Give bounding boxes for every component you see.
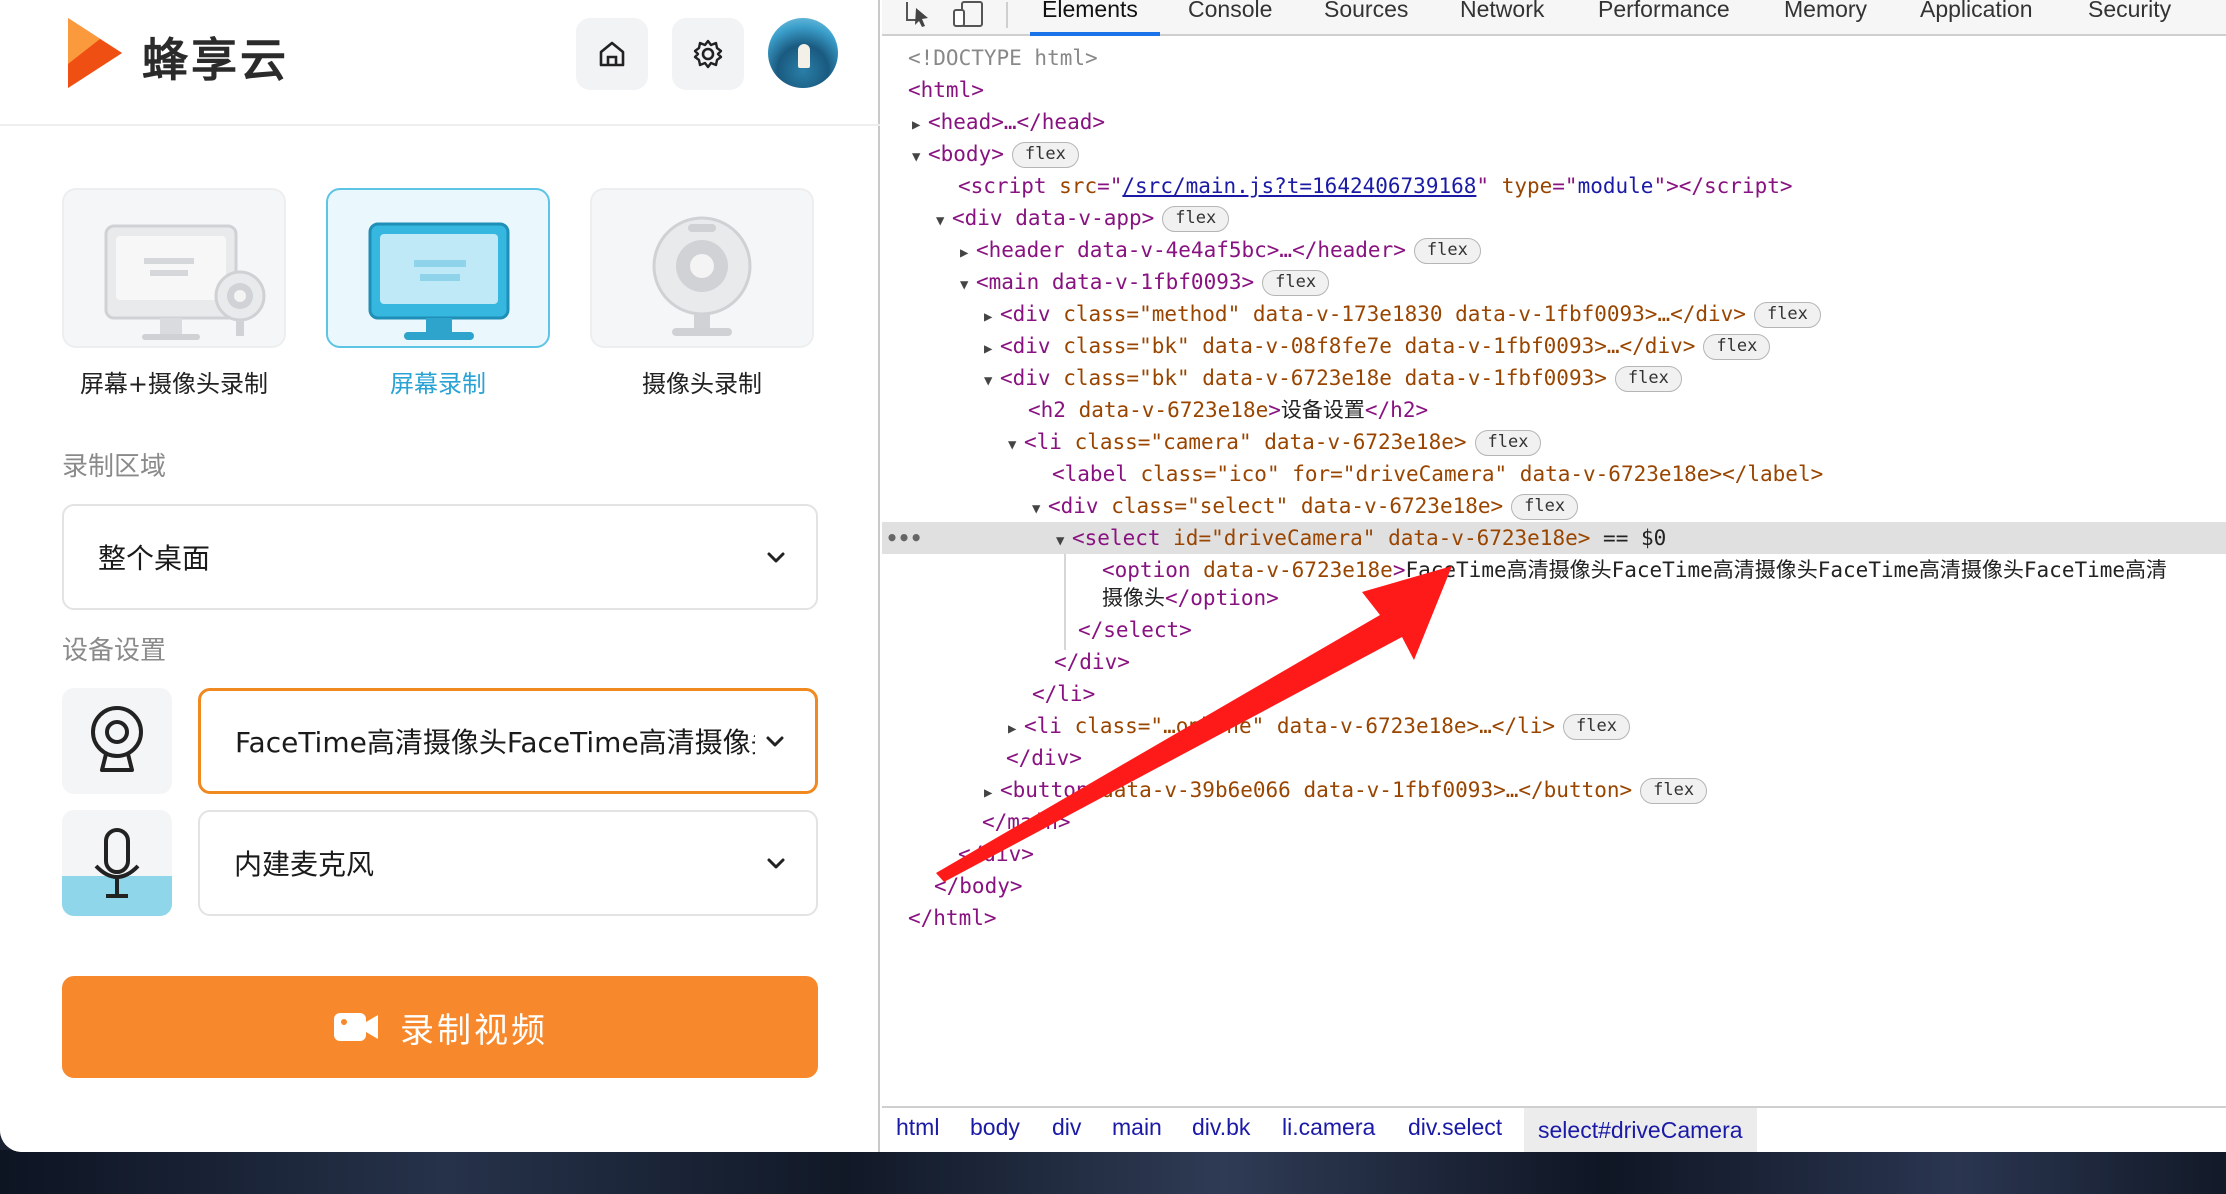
record-video-button[interactable]: 录制视频 [62,976,818,1078]
crumb-div[interactable]: div [1052,1114,1081,1141]
tab-performance[interactable]: Performance [1598,0,1730,23]
video-camera-icon [334,1013,378,1041]
logo-icon [68,18,122,88]
tab-network[interactable]: Network [1460,0,1544,23]
dom-div-close[interactable]: </div> [1054,646,1130,678]
mic-tile [62,810,172,916]
dom-bk-close[interactable]: </div> [1006,742,1082,774]
dom-li-close[interactable]: </li> [1032,678,1095,710]
camera-tile [62,688,172,794]
dom-select-element[interactable]: ••• ▼ <select id="driveCamera" data-v-672… [882,522,2226,554]
dom-doctype[interactable]: <!DOCTYPE html> [908,42,1098,74]
dom-select-close[interactable]: </select> [1078,614,1192,646]
camera-value: FaceTime高清摄像头FaceTime高清摄像头 [235,726,755,759]
dom-app-close[interactable]: </div> [958,838,1034,870]
crumb-html[interactable]: html [896,1114,939,1141]
app-header: 蜂享云 [0,0,880,126]
breadcrumb: html body div main div.bk li.camera div.… [882,1106,2226,1152]
dom-header[interactable]: ▶ <header data-v-4e4af5bc>…</header> flex [960,234,1481,266]
dom-main[interactable]: ▼ <main data-v-1fbf0093> flex [960,266,1330,298]
dom-option-cont: 摄像头</option> [1102,586,1279,610]
screen-camera-icon [104,224,266,340]
dom-body[interactable]: ▼ <body> flex [912,138,1079,170]
desktop-wallpaper [0,1150,2226,1194]
dom-html[interactable]: <html> [908,74,984,106]
tab-elements[interactable]: Elements [1042,0,1138,23]
toolbar-separator [1006,2,1008,28]
mode-screen[interactable] [326,188,550,348]
dom-bk-div-1[interactable]: ▶ <div class="bk" data-v-08f8fe7e data-v-… [984,330,1771,362]
dom-html-close[interactable]: </html> [908,902,997,934]
dom-h2[interactable]: <h2 data-v-6723e18e>设备设置</h2> [1028,394,1428,426]
app-panel: 蜂享云 屏幕+摄像头录制 屏幕录制 摄像头录制 录制区域 整个桌面 设备设置 F… [0,0,880,1152]
avatar[interactable] [768,18,838,88]
mode-label-camera: 摄像头录制 [642,370,762,398]
mode-label-screen-camera: 屏幕+摄像头录制 [79,370,269,398]
record-area-title: 录制区域 [62,452,167,482]
crumb-body[interactable]: body [970,1114,1020,1141]
dom-app-div[interactable]: ▼ <div data-v-app> flex [936,202,1230,234]
mic-select[interactable]: 内建麦克风 [198,810,818,916]
mic-value: 内建麦克风 [234,848,375,881]
mode-label-screen: 屏幕录制 [390,370,486,398]
crumb-div-bk[interactable]: div.bk [1192,1114,1250,1141]
crumb-li-camera[interactable]: li.camera [1282,1114,1375,1141]
record-area-select[interactable]: 整个桌面 [62,504,818,610]
home-button[interactable] [576,18,648,90]
home-icon [599,41,625,67]
mode-screen-camera[interactable] [62,188,286,348]
dom-main-close[interactable]: </main> [982,806,1071,838]
settings-button[interactable] [672,18,744,90]
crumb-div-select[interactable]: div.select [1408,1114,1502,1141]
record-area-value: 整个桌面 [98,542,211,575]
crumb-select-drivecamera[interactable]: select#driveCamera [1524,1108,1757,1152]
tab-application[interactable]: Application [1920,0,2033,23]
chevron-down-icon [767,858,785,869]
chevron-down-icon [767,552,785,563]
dom-label[interactable]: <label class="ico" for="driveCamera" dat… [1052,458,1823,490]
dom-body-close[interactable]: </body> [934,870,1023,902]
microphone-icon [94,828,140,898]
crumb-main[interactable]: main [1112,1114,1162,1141]
dom-li-camera[interactable]: ▼ <li class="camera" data-v-6723e18e> flex [1008,426,1542,458]
device-settings-title: 设备设置 [62,636,167,666]
dom-method-div[interactable]: ▶ <div class="method" data-v-173e1830 dat… [984,298,1821,330]
gear-icon [693,39,723,69]
mode-camera[interactable] [590,188,814,348]
dom-tree: <!DOCTYPE html> <html> ▶ <head>…</head> ▼… [882,36,2226,1106]
tab-sources[interactable]: Sources [1324,0,1408,23]
app-name: 蜂享云 [142,33,289,87]
chevron-down-icon [766,736,784,747]
dom-bk-div-2[interactable]: ▼ <div class="bk" data-v-6723e18e data-v-… [984,362,1682,394]
tab-memory[interactable]: Memory [1784,0,1867,23]
inspect-element-icon[interactable] [904,0,934,28]
device-toolbar-icon[interactable] [952,0,986,28]
dom-li-microphone[interactable]: ▶ <li class="…ophone" data-v-6723e18e>…</… [1008,710,1630,742]
webcam-icon [652,216,752,336]
record-video-label: 录制视频 [400,1011,548,1050]
browser-window: 蜂享云 屏幕+摄像头录制 屏幕录制 摄像头录制 录制区域 整个桌面 设备设置 F… [0,0,2226,1152]
screen-icon [368,222,510,340]
tab-console[interactable]: Console [1188,0,1272,23]
dom-select-div[interactable]: ▼ <div class="select" data-v-6723e18e> fle… [1032,490,1579,522]
camera-icon [91,706,143,772]
devtools-panel: Elements Console Sources Network Perform… [882,0,2226,1152]
indent-guide [1064,554,1066,650]
dom-button[interactable]: ▶ <button data-v-39b6e066 data-v-1fbf0093… [984,774,1708,806]
dom-head[interactable]: ▶ <head>…</head> [912,106,1105,138]
more-icon[interactable]: ••• [886,522,922,554]
devtools-tabbar: Elements Console Sources Network Perform… [882,0,2226,36]
dom-script[interactable]: <script src="/src/main.js?t=164240673916… [958,170,1793,202]
camera-select[interactable]: FaceTime高清摄像头FaceTime高清摄像头 [198,688,818,794]
tab-security[interactable]: Security [2088,0,2171,23]
